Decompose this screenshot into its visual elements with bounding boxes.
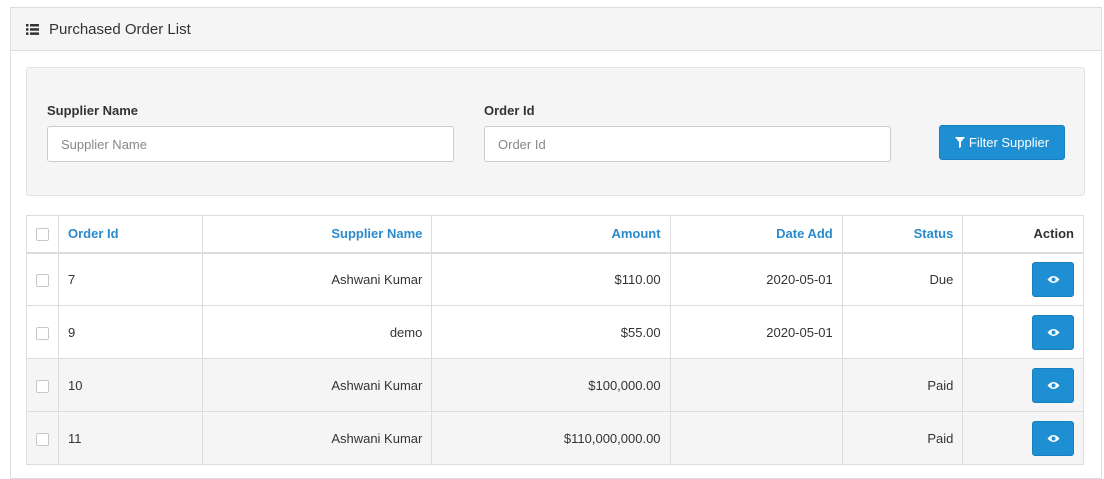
header-supplier-name[interactable]: Supplier Name (202, 215, 433, 254)
table-row: 7 Ashwani Kumar $110.00 2020-05-01 Due (26, 252, 1084, 306)
cell-action (962, 411, 1084, 465)
cell-supplier-name: Ashwani Kumar (202, 411, 433, 465)
cell-action (962, 358, 1084, 412)
cell-action (962, 252, 1084, 306)
cell-amount: $110.00 (431, 252, 671, 306)
eye-icon (1047, 381, 1059, 389)
cell-status (841, 305, 964, 359)
cell-date-add (669, 358, 843, 412)
eye-icon (1047, 434, 1059, 442)
filter-supplier-button[interactable]: Filter Supplier (939, 125, 1065, 160)
row-select-cell (26, 358, 59, 412)
cell-order-id: 11 (57, 411, 204, 465)
select-all-cell (26, 215, 59, 254)
table-header-row: Order Id Supplier Name Amount Date Add S… (26, 215, 1084, 254)
row-checkbox[interactable] (36, 273, 49, 287)
cell-status: Paid (841, 411, 964, 465)
cell-order-id: 10 (57, 358, 204, 412)
cell-amount: $100,000.00 (431, 358, 671, 412)
order-id-field: Order Id (484, 103, 891, 162)
header-amount[interactable]: Amount (431, 215, 671, 254)
filter-box: Supplier Name Order Id Filter Supplier (26, 67, 1085, 196)
cell-order-id: 9 (57, 305, 204, 359)
view-order-button[interactable] (1032, 261, 1074, 297)
cell-date-add: 2020-05-01 (669, 252, 843, 306)
row-checkbox[interactable] (36, 326, 49, 340)
purchased-order-panel: Purchased Order List Supplier Name Order… (10, 7, 1102, 479)
cell-action (962, 305, 1084, 359)
order-id-input[interactable] (484, 126, 891, 162)
row-select-cell (26, 252, 59, 306)
cell-status: Due (841, 252, 964, 306)
row-checkbox[interactable] (36, 379, 49, 393)
row-select-cell (26, 305, 59, 359)
cell-date-add (669, 411, 843, 465)
orders-table: Order Id Supplier Name Amount Date Add S… (26, 215, 1084, 465)
supplier-name-input[interactable] (47, 126, 454, 162)
list-icon (26, 23, 39, 35)
panel-title: Purchased Order List (49, 20, 191, 38)
supplier-name-label: Supplier Name (47, 103, 139, 118)
table-row: 10 Ashwani Kumar $100,000.00 Paid (26, 358, 1084, 412)
cell-order-id: 7 (57, 252, 204, 306)
filter-icon (954, 137, 965, 148)
cell-amount: $110,000,000.00 (431, 411, 671, 465)
row-checkbox[interactable] (36, 432, 49, 446)
table-row: 9 demo $55.00 2020-05-01 (26, 305, 1084, 359)
cell-supplier-name: demo (202, 305, 433, 359)
select-all-checkbox[interactable] (36, 228, 49, 242)
panel-heading: Purchased Order List (11, 8, 1101, 51)
eye-icon (1047, 328, 1059, 336)
view-order-button[interactable] (1032, 367, 1074, 403)
eye-icon (1047, 275, 1059, 283)
table-row: 11 Ashwani Kumar $110,000,000.00 Paid (26, 411, 1084, 465)
header-date-add[interactable]: Date Add (669, 215, 843, 254)
view-order-button[interactable] (1032, 314, 1074, 350)
cell-supplier-name: Ashwani Kumar (202, 252, 433, 306)
cell-date-add: 2020-05-01 (669, 305, 843, 359)
order-id-label: Order Id (484, 103, 535, 118)
filter-supplier-label: Filter Supplier (968, 135, 1050, 150)
cell-supplier-name: Ashwani Kumar (202, 358, 433, 412)
view-order-button[interactable] (1032, 420, 1074, 456)
supplier-name-field: Supplier Name (47, 103, 454, 162)
header-status[interactable]: Status (841, 215, 964, 254)
header-action: Action (962, 215, 1084, 254)
row-select-cell (26, 411, 59, 465)
header-order-id[interactable]: Order Id (57, 215, 204, 254)
cell-amount: $55.00 (431, 305, 671, 359)
cell-status: Paid (841, 358, 964, 412)
